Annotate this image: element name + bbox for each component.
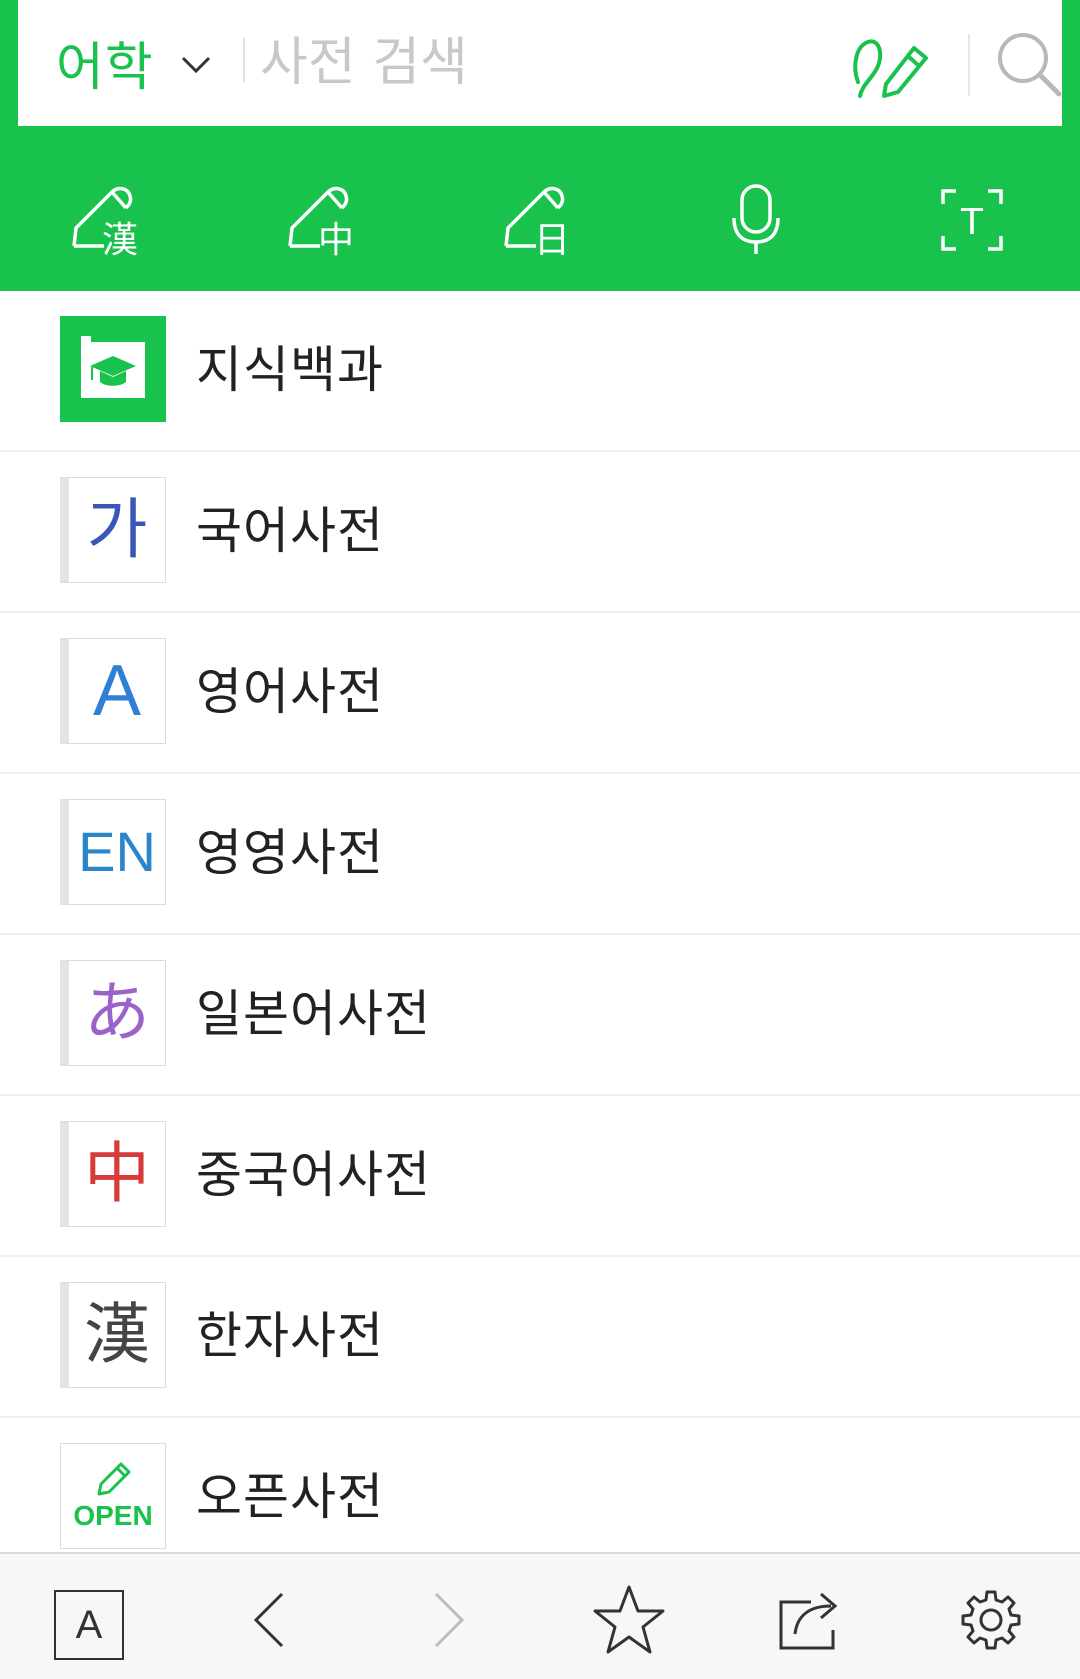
icon-glyph: 가 [86, 491, 148, 568]
divider [243, 38, 245, 82]
forward-button[interactable] [408, 1580, 488, 1660]
icon-glyph: 中 [84, 1135, 150, 1212]
list-item-english-english[interactable]: EN 영영사전 [0, 774, 1080, 935]
open-dictionary-icon: OPEN [60, 1443, 166, 1549]
category-label: 어학 [56, 37, 154, 98]
list-item-label: 한자사전 [196, 1307, 384, 1365]
list-item-label: 지식백과 [196, 341, 384, 399]
chinese-handwriting-button[interactable]: 中 [216, 165, 432, 275]
microphone-icon [732, 184, 780, 254]
icon-glyph: あ [84, 974, 150, 1051]
search-icon[interactable] [993, 28, 1065, 100]
korean-dictionary-icon: 가 [60, 477, 166, 583]
hanja-handwriting-button[interactable]: 漢 [0, 165, 216, 275]
tool-glyph: T [960, 202, 984, 243]
tool-glyph: 中 [318, 220, 354, 260]
back-button[interactable] [230, 1580, 310, 1660]
list-item-hanja[interactable]: 漢 한자사전 [0, 1257, 1080, 1418]
settings-button[interactable] [951, 1580, 1031, 1660]
japanese-handwriting-icon: 日 [504, 186, 570, 260]
english-english-dictionary-icon: EN [60, 799, 166, 905]
english-dictionary-icon: A [60, 638, 166, 744]
list-item-english[interactable]: A 영어사전 [0, 613, 1080, 774]
list-item-japanese[interactable]: あ 일본어사전 [0, 935, 1080, 1096]
list-item-korean[interactable]: 가 국어사전 [0, 452, 1080, 613]
share-button[interactable] [772, 1580, 852, 1660]
list-item-encyclopedia[interactable]: 지식백과 [0, 291, 1080, 452]
list-item-label: 국어사전 [196, 502, 384, 560]
divider [968, 34, 970, 96]
tool-glyph: 日 [534, 220, 570, 260]
chinese-handwriting-icon: 中 [288, 186, 354, 260]
icon-glyph: 漢 [84, 1296, 150, 1373]
encyclopedia-icon [60, 316, 166, 422]
text-scan-button[interactable]: T [864, 165, 1080, 275]
voice-search-button[interactable] [648, 165, 864, 275]
chevron-left-icon [253, 1592, 284, 1648]
icon-glyph: EN [78, 820, 156, 883]
font-size-button[interactable]: A [54, 1590, 124, 1660]
icon-glyph: OPEN [73, 1500, 153, 1531]
gear-icon [961, 1590, 1021, 1650]
japanese-handwriting-button[interactable]: 日 [432, 165, 648, 275]
chinese-dictionary-icon: 中 [60, 1121, 166, 1227]
list-item-chinese[interactable]: 中 중국어사전 [0, 1096, 1080, 1257]
star-icon [593, 1585, 665, 1654]
pencil-icon [97, 1462, 131, 1496]
japanese-dictionary-icon: あ [60, 960, 166, 1066]
header: 어학 漢 [0, 0, 1080, 291]
list-item-label: 일본어사전 [196, 985, 431, 1043]
handwriting-input-icon[interactable] [850, 26, 932, 102]
tool-glyph: 漢 [102, 220, 138, 260]
list-item-label: 영어사전 [196, 663, 384, 721]
hanja-handwriting-icon: 漢 [72, 186, 138, 260]
input-tools: 漢 中 日 T [0, 165, 1080, 275]
search-bar: 어학 [18, 0, 1062, 126]
search-input[interactable] [258, 20, 822, 106]
list-item-label: 영영사전 [196, 824, 384, 882]
hanja-dictionary-icon: 漢 [60, 1282, 166, 1388]
graduation-cap-icon [81, 336, 145, 398]
bookmark-button[interactable] [589, 1580, 669, 1660]
dictionary-list: 지식백과 가 국어사전 A 영어사전 EN 영영사전 あ 일본어사전 中 중국어… [0, 291, 1080, 1577]
bottom-toolbar: A [0, 1552, 1080, 1679]
list-item-label: 중국어사전 [196, 1146, 431, 1204]
share-icon [779, 1592, 838, 1650]
chevron-right-icon [434, 1592, 465, 1648]
text-scan-icon: T [941, 189, 1003, 251]
icon-glyph: A [92, 651, 142, 731]
chevron-down-icon [181, 56, 210, 74]
category-dropdown[interactable]: 어학 [56, 22, 212, 102]
